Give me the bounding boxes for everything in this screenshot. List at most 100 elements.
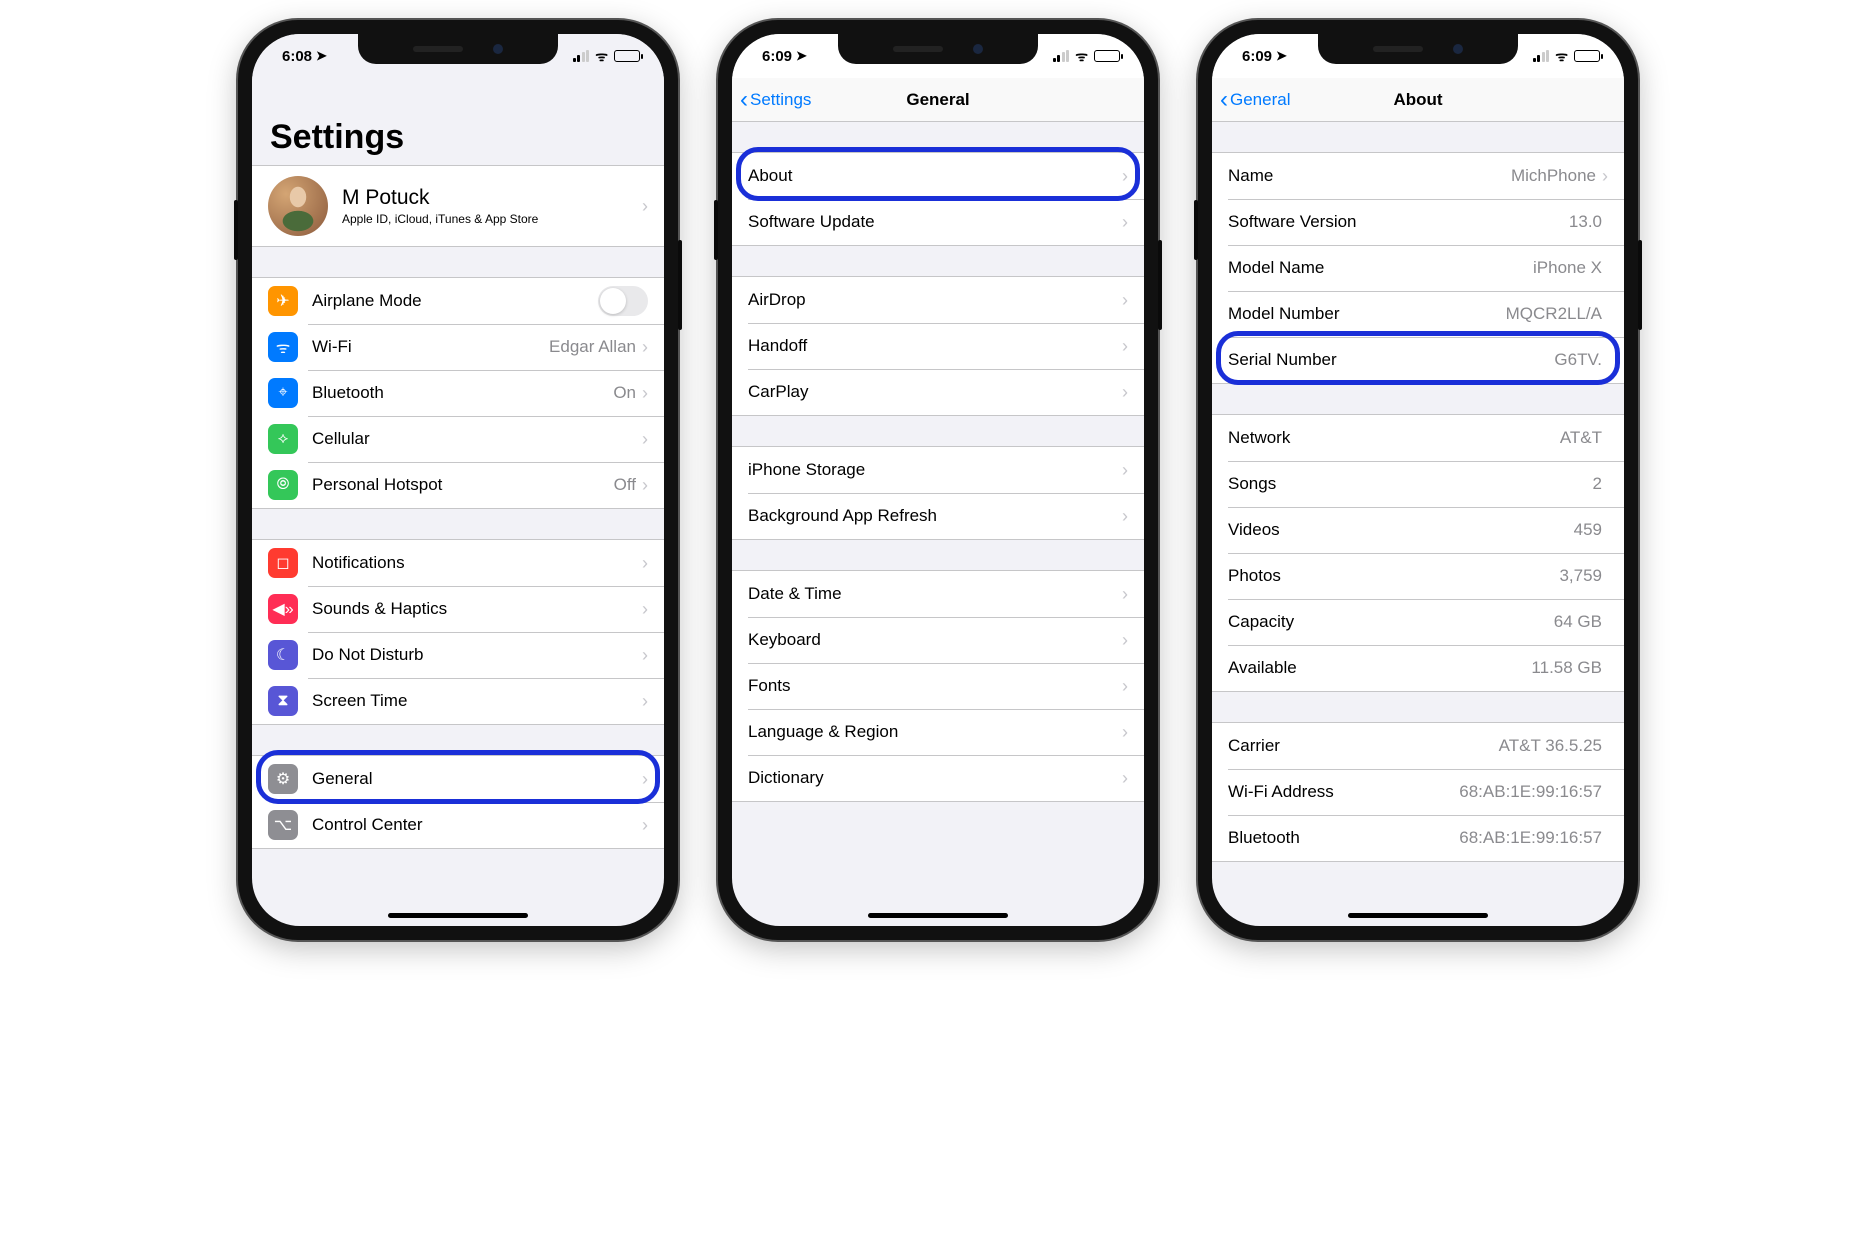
chevron-right-icon: › <box>1122 212 1128 233</box>
chevron-right-icon: › <box>1122 166 1128 187</box>
row-photos: Photos3,759 <box>1212 553 1624 599</box>
row-videos: Videos459 <box>1212 507 1624 553</box>
row-about[interactable]: About› <box>732 153 1144 199</box>
row-label: About <box>748 166 1122 186</box>
notch <box>1318 34 1518 64</box>
row-keyboard[interactable]: Keyboard› <box>732 617 1144 663</box>
general-content[interactable]: About›Software Update› AirDrop›Handoff›C… <box>732 122 1144 926</box>
row-name[interactable]: NameMichPhone› <box>1212 153 1624 199</box>
nav-title: About <box>1393 90 1442 110</box>
home-indicator[interactable] <box>1348 913 1488 918</box>
row-notifications[interactable]: ◻︎Notifications› <box>252 540 664 586</box>
chevron-right-icon: › <box>642 337 648 358</box>
status-time: 6:09 <box>762 48 792 65</box>
row-label: Date & Time <box>748 584 1122 604</box>
notif-icon: ◻︎ <box>268 548 298 578</box>
home-indicator[interactable] <box>388 913 528 918</box>
row-songs: Songs2 <box>1212 461 1624 507</box>
row-value: 3,759 <box>1559 566 1602 586</box>
row-value: MQCR2LL/A <box>1506 304 1602 324</box>
row-value: Off <box>614 475 636 495</box>
row-value: 13.0 <box>1569 212 1602 232</box>
cellular-signal-icon <box>1533 50 1550 62</box>
row-handoff[interactable]: Handoff› <box>732 323 1144 369</box>
profile-sub: Apple ID, iCloud, iTunes & App Store <box>342 212 642 226</box>
row-label: Model Name <box>1228 258 1533 278</box>
row-value: 68:AB:1E:99:16:57 <box>1459 828 1602 848</box>
row-label: CarPlay <box>748 382 1122 402</box>
nav-title: General <box>906 90 969 110</box>
row-software-update[interactable]: Software Update› <box>732 199 1144 245</box>
apple-id-row[interactable]: M Potuck Apple ID, iCloud, iTunes & App … <box>252 166 664 246</box>
row-label: Songs <box>1228 474 1593 494</box>
wifi-icon: ᯤ <box>268 332 298 362</box>
chevron-right-icon: › <box>1122 584 1128 605</box>
back-label: Settings <box>750 90 811 110</box>
row-carplay[interactable]: CarPlay› <box>732 369 1144 415</box>
row-label: Carrier <box>1228 736 1499 756</box>
row-label: Available <box>1228 658 1531 678</box>
notch <box>838 34 1038 64</box>
row-wi-fi[interactable]: ᯤWi-FiEdgar Allan› <box>252 324 664 370</box>
back-button[interactable]: ‹ Settings <box>740 78 811 121</box>
chevron-right-icon: › <box>1122 336 1128 357</box>
row-label: Wi-Fi <box>312 337 549 357</box>
settings-content[interactable]: Settings M Potuck Apple ID, iCloud, iTun… <box>252 78 664 926</box>
row-sounds-haptics[interactable]: ◀︎»Sounds & Haptics› <box>252 586 664 632</box>
status-time: 6:08 <box>282 48 312 65</box>
switch-airplane-mode[interactable] <box>598 286 648 316</box>
row-date-time[interactable]: Date & Time› <box>732 571 1144 617</box>
nav-bar: ‹ General About <box>1212 78 1624 122</box>
chevron-right-icon: › <box>1122 460 1128 481</box>
row-capacity: Capacity64 GB <box>1212 599 1624 645</box>
row-label: Language & Region <box>748 722 1122 742</box>
chevron-right-icon: › <box>642 691 648 712</box>
row-network: NetworkAT&T <box>1212 415 1624 461</box>
row-language-region[interactable]: Language & Region› <box>732 709 1144 755</box>
home-indicator[interactable] <box>868 913 1008 918</box>
row-fonts[interactable]: Fonts› <box>732 663 1144 709</box>
row-personal-hotspot[interactable]: ⦾Personal HotspotOff› <box>252 462 664 508</box>
row-label: Handoff <box>748 336 1122 356</box>
row-value: 2 <box>1593 474 1602 494</box>
row-general[interactable]: ⚙︎General› <box>252 756 664 802</box>
row-label: Control Center <box>312 815 642 835</box>
row-do-not-disturb[interactable]: ☾Do Not Disturb› <box>252 632 664 678</box>
row-label: Personal Hotspot <box>312 475 614 495</box>
cell-icon: ⟡ <box>268 424 298 454</box>
row-label: Keyboard <box>748 630 1122 650</box>
row-carrier: CarrierAT&T 36.5.25 <box>1212 723 1624 769</box>
sound-icon: ◀︎» <box>268 594 298 624</box>
cellular-signal-icon <box>573 50 590 62</box>
row-cellular[interactable]: ⟡Cellular› <box>252 416 664 462</box>
chevron-right-icon: › <box>1122 382 1128 403</box>
row-bluetooth[interactable]: ⌖BluetoothOn› <box>252 370 664 416</box>
location-icon: ➤ <box>796 48 807 64</box>
profile-name: M Potuck <box>342 186 642 210</box>
row-label: Screen Time <box>312 691 642 711</box>
row-background-app-refresh[interactable]: Background App Refresh› <box>732 493 1144 539</box>
row-airplane-mode[interactable]: ✈︎Airplane Mode <box>252 278 664 324</box>
bt-icon: ⌖ <box>268 378 298 408</box>
battery-icon <box>1094 50 1120 62</box>
row-label: Capacity <box>1228 612 1554 632</box>
phone-general: 6:09 ➤ ᯤ ‹ Settings General About›Softwa… <box>718 20 1158 940</box>
row-value: 68:AB:1E:99:16:57 <box>1459 782 1602 802</box>
chevron-right-icon: › <box>642 553 648 574</box>
chevron-right-icon: › <box>642 429 648 450</box>
about-content[interactable]: NameMichPhone›Software Version13.0Model … <box>1212 122 1624 926</box>
chevron-right-icon: › <box>642 815 648 836</box>
hotspot-icon: ⦾ <box>268 470 298 500</box>
row-label: Fonts <box>748 676 1122 696</box>
row-airdrop[interactable]: AirDrop› <box>732 277 1144 323</box>
row-iphone-storage[interactable]: iPhone Storage› <box>732 447 1144 493</box>
gear-icon: ⚙︎ <box>268 764 298 794</box>
row-control-center[interactable]: ⌥Control Center› <box>252 802 664 848</box>
row-available: Available11.58 GB <box>1212 645 1624 691</box>
row-label: General <box>312 769 642 789</box>
back-button[interactable]: ‹ General <box>1220 78 1290 121</box>
row-screen-time[interactable]: ⧗Screen Time› <box>252 678 664 724</box>
row-label: Videos <box>1228 520 1574 540</box>
row-dictionary[interactable]: Dictionary› <box>732 755 1144 801</box>
row-label: Photos <box>1228 566 1559 586</box>
